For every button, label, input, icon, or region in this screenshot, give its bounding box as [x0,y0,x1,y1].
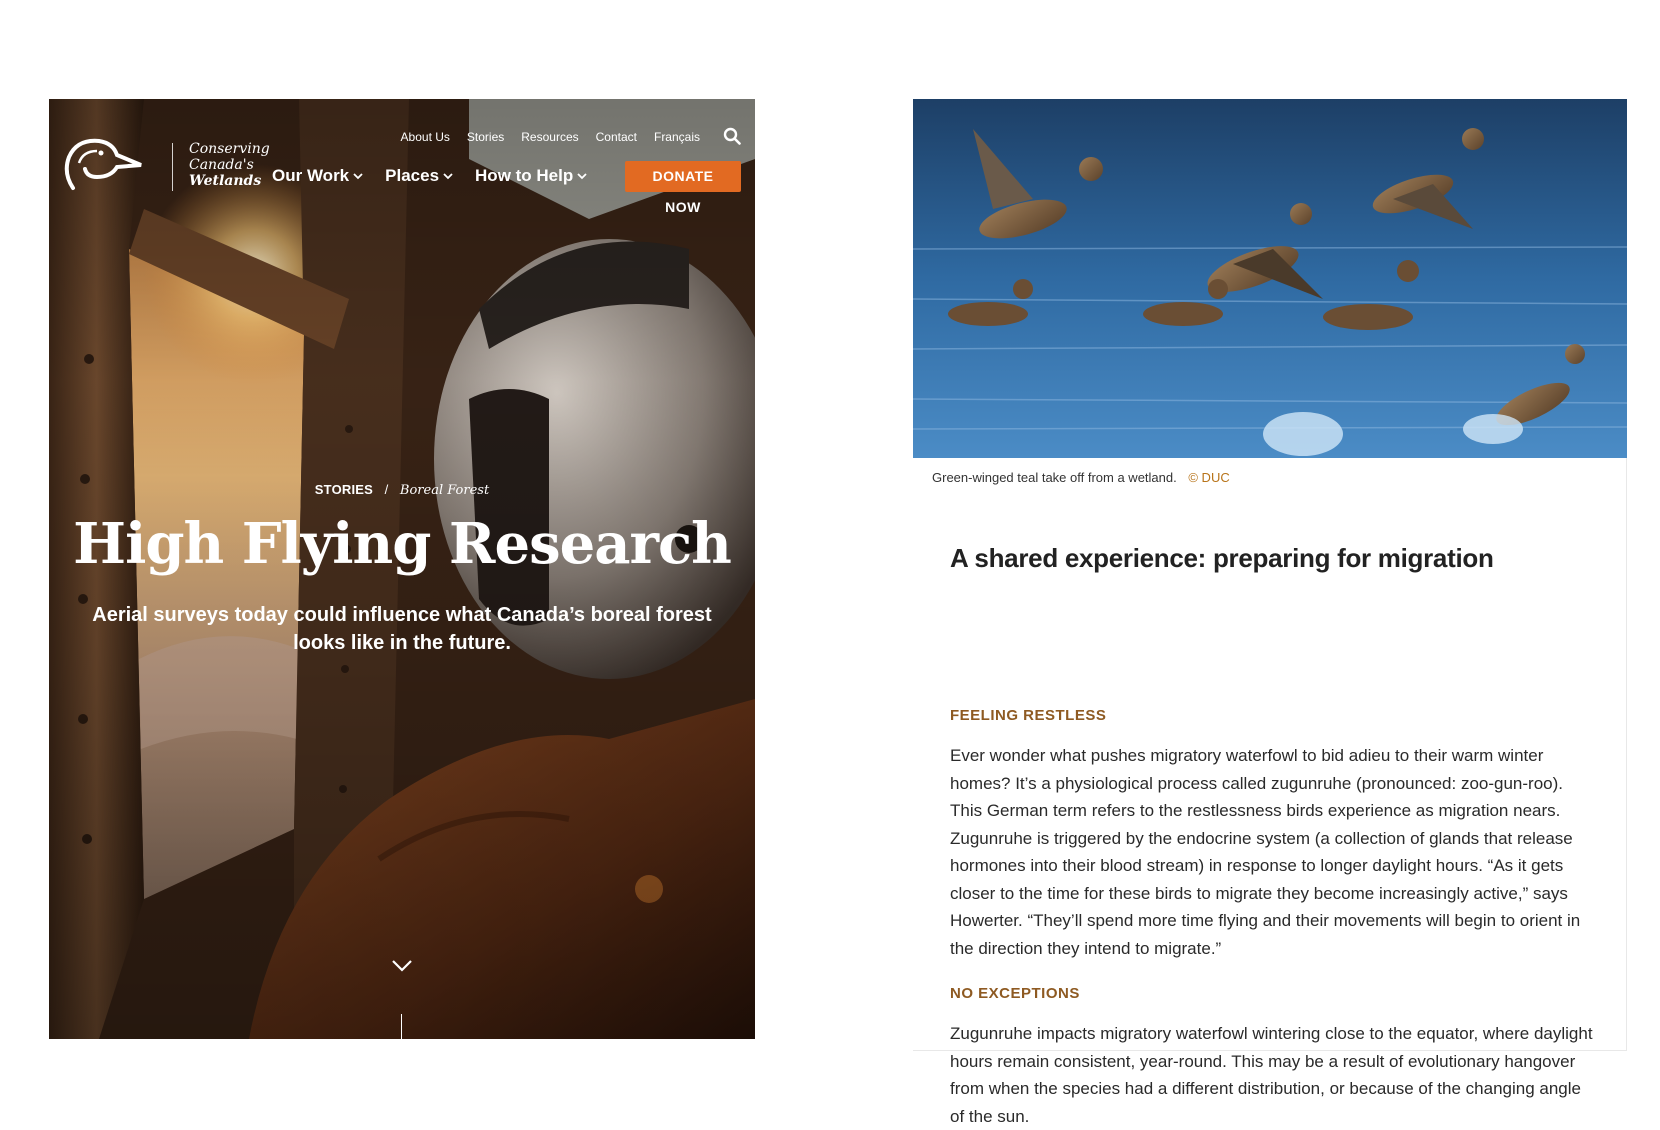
section-body: Zugunruhe impacts migratory waterfowl wi… [950,1024,1593,1126]
nav-link-francais[interactable]: Français [654,130,700,144]
article-heading: A shared experience: preparing for migra… [950,543,1494,573]
page-title: High Flying Research [73,511,732,577]
hero-panel: Conserving Canada's Wetlands About Us St… [49,99,755,1039]
logo-line-3: Wetlands [189,173,262,189]
nav-item-label: How to Help [475,166,574,185]
section-kicker: FEELING RESTLESS [950,707,1107,724]
photo-caption: Green-winged teal take off from a wetlan… [932,470,1230,485]
nav-item-our-work[interactable]: Our Work [272,166,363,186]
breadcrumb-section[interactable]: STORIES [315,482,373,497]
nav-link-about-us[interactable]: About Us [401,130,450,144]
duck-logo-icon [64,138,142,190]
teal-photo [913,99,1627,458]
logo-wordmark: Conserving Canada's Wetlands [189,141,270,189]
breadcrumb: STORIES / Boreal Forest [49,482,755,498]
section-body: Ever wonder what pushes migratory waterf… [950,746,1581,958]
nav-item-how-to-help[interactable]: How to Help [475,166,587,186]
scroll-indicator-line [401,1014,402,1039]
chevron-down-icon [443,173,453,180]
chevron-down-icon [353,173,363,180]
breadcrumb-topic[interactable]: Boreal Forest [400,483,489,498]
main-nav: Our Work Places How to Help [272,166,609,186]
site-logo[interactable]: Conserving Canada's Wetlands [61,133,270,197]
logo-line-1: Conserving [189,141,270,157]
nav-item-label: Places [385,166,440,185]
utility-nav: About Us Stories Resources Contact Franç… [384,130,700,144]
scroll-down-icon[interactable] [391,959,413,973]
search-icon[interactable] [723,127,741,145]
photo-credit: © DUC [1188,470,1230,485]
breadcrumb-separator: / [384,482,389,497]
nav-link-contact[interactable]: Contact [596,130,637,144]
article-panel: Green-winged teal take off from a wetlan… [913,99,1627,1126]
caption-text: Green-winged teal take off from a wetlan… [932,470,1177,485]
section-kicker: NO EXCEPTIONS [950,985,1080,1002]
nav-item-label: Our Work [272,166,350,185]
page-subtitle: Aerial surveys today could influence wha… [92,604,712,654]
nav-item-places[interactable]: Places [385,166,453,186]
nav-link-stories[interactable]: Stories [467,130,504,144]
logo-divider [172,143,173,191]
donate-now-button[interactable]: DONATE NOW [625,161,741,215]
logo-line-2: Canada's [189,157,254,173]
nav-link-resources[interactable]: Resources [521,130,578,144]
chevron-down-icon [577,173,587,180]
